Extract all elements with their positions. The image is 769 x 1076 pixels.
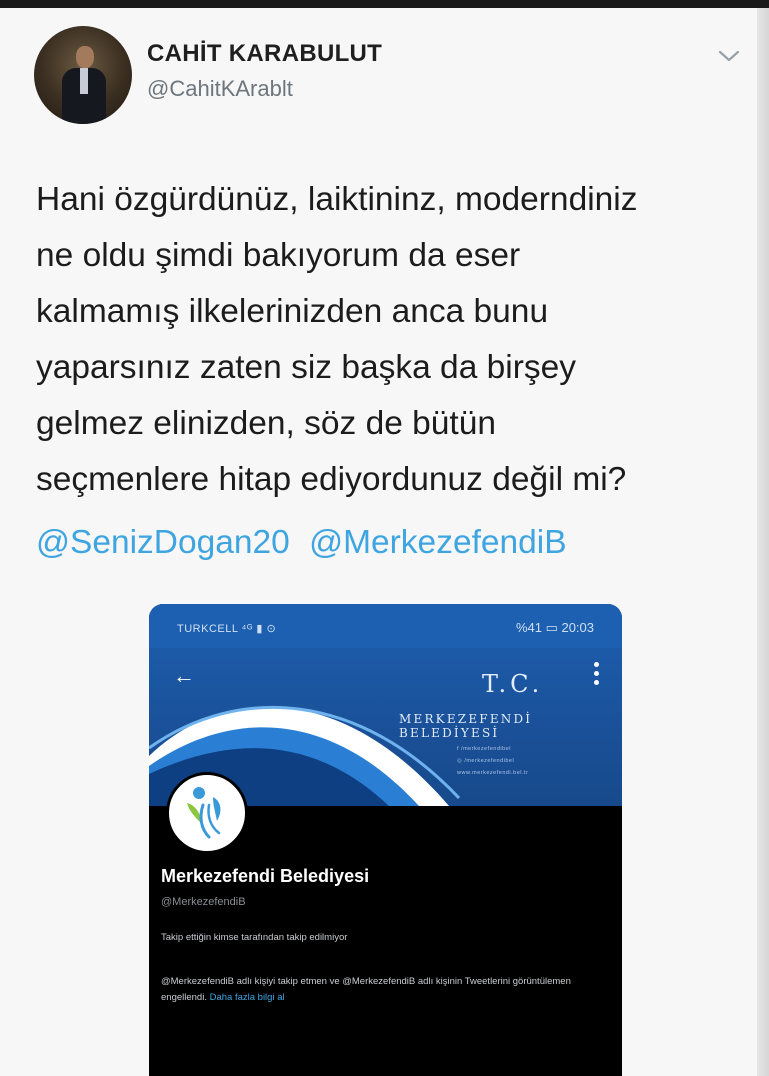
tweet-text-line: ne oldu şimdi bakıyorum da eser (36, 237, 521, 274)
tweet-text-line: seçmenlere hitap ediyordunuz değil mi? (36, 461, 627, 498)
tweet-mentions: @SenizDogan20 @MerkezefendiB (36, 518, 577, 568)
back-arrow-icon[interactable]: ← (173, 665, 195, 687)
banner-social-line: f /merkezefendibel (457, 746, 511, 752)
author-handle[interactable]: @CahitKArablt (147, 76, 293, 102)
profile-name: Merkezefendi Belediyesi (161, 866, 370, 886)
logo-emblem (187, 787, 221, 839)
avatar-shirt (80, 68, 88, 94)
tweet-text-line: Hani özgürdünüz, laiktininz, moderndiniz (36, 181, 638, 218)
banner-social-line: ◎ /merkezefendibel (457, 758, 515, 764)
mention-link[interactable]: @SenizDogan20 (36, 524, 290, 561)
chevron-down-icon[interactable] (716, 46, 742, 66)
right-edge-strip (757, 8, 769, 1076)
learn-more-link[interactable]: Daha fazla bilgi al (210, 992, 285, 1003)
phone-status-bar: TURKCELL ⁴ᴳ ▮ ⊙ %41 ▭ 20:03 (149, 604, 622, 648)
attached-image[interactable]: TURKCELL ⁴ᴳ ▮ ⊙ %41 ▭ 20:03 ← T.C. MERKE… (149, 604, 622, 1076)
profile-handle: @MerkezefendiB (161, 896, 246, 908)
tweet-text-line: gelmez elinizden, söz de bütün (36, 405, 496, 442)
avatar-head (76, 46, 94, 68)
banner-title: MERKEZEFENDİ BELEDİYESİ (399, 712, 533, 740)
banner-tc: T.C. (482, 670, 544, 698)
blocked-notice: @MerkezefendiB adlı kişiyi takip etmen v… (161, 974, 616, 1006)
tweet-text-line: yaparsınız zaten siz başka da birşey (36, 349, 576, 386)
author-name[interactable]: CAHİT KARABULUT (147, 40, 382, 68)
top-edge-bar (0, 0, 769, 8)
carrier-label: TURKCELL ⁴ᴳ ▮ ⊙ (177, 623, 277, 635)
mention-link[interactable]: @MerkezefendiB (309, 524, 566, 561)
banner-website-line: www.merkezefendi.bel.tr (457, 770, 529, 776)
tweet-text: Hani özgürdünüz, laiktininz, moderndiniz… (36, 172, 746, 508)
tweet-card: CAHİT KARABULUT @CahitKArablt Hani özgür… (0, 8, 757, 1076)
avatar[interactable] (34, 26, 132, 124)
tweet-text-line: kalmamış ilkelerinizden anca bunu (36, 293, 549, 330)
battery-time: %41 ▭ 20:03 (515, 620, 594, 635)
follow-note: Takip ettiğin kimse tarafından takip edi… (161, 932, 348, 943)
more-options-icon[interactable] (591, 662, 601, 690)
municipality-logo[interactable] (166, 772, 248, 854)
